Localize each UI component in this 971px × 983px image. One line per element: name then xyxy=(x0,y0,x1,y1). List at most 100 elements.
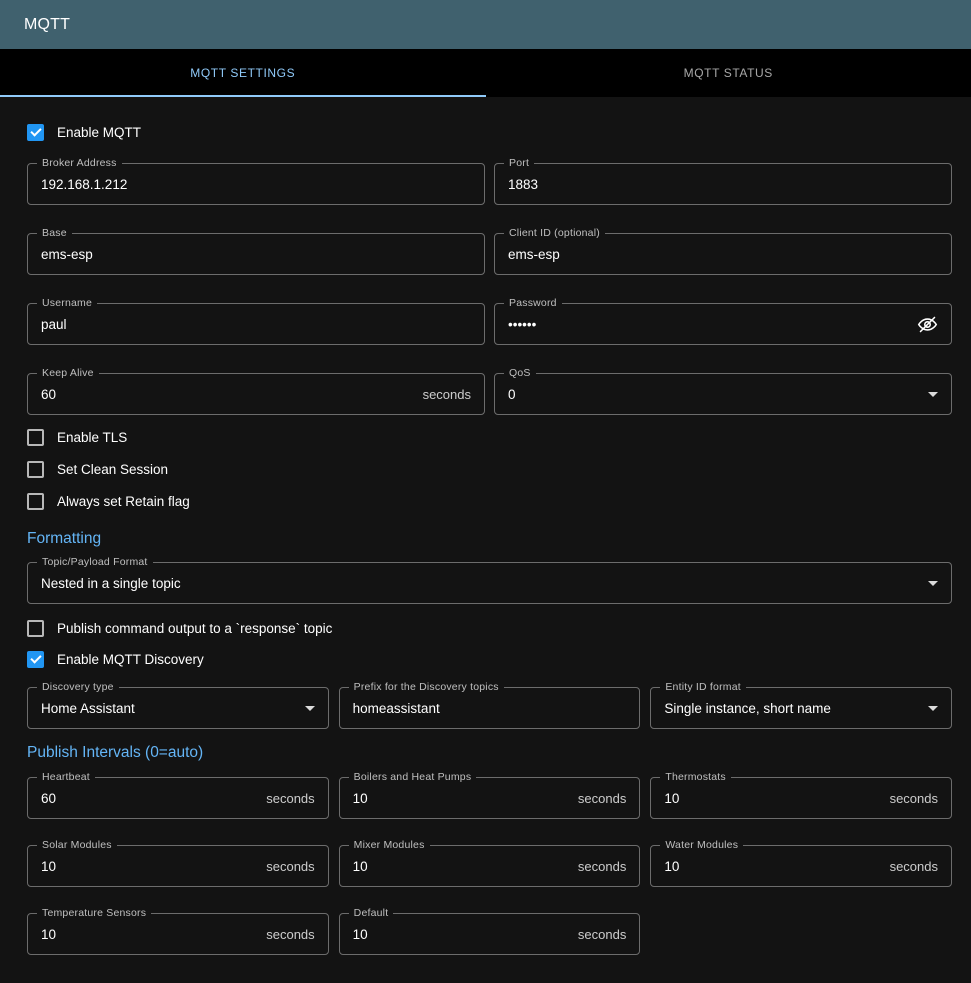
page-title: MQTT xyxy=(24,16,70,34)
default-interval-field[interactable]: Default seconds xyxy=(339,913,641,955)
client-id-field[interactable]: Client ID (optional) xyxy=(494,233,952,275)
temperature-sensors-interval-input[interactable] xyxy=(41,927,258,942)
unit-suffix: seconds xyxy=(578,791,626,806)
app-bar: MQTT xyxy=(0,0,971,49)
heartbeat-interval-field[interactable]: Heartbeat seconds xyxy=(27,777,329,819)
discovery-type-select[interactable]: Discovery type Home Assistant xyxy=(27,687,329,729)
tab-mqtt-status[interactable]: MQTT STATUS xyxy=(486,49,971,97)
field-label: Temperature Sensors xyxy=(37,907,151,919)
unit-suffix: seconds xyxy=(266,791,314,806)
mixer-interval-field[interactable]: Mixer Modules seconds xyxy=(339,845,641,887)
checkbox-unchecked-icon xyxy=(27,620,44,637)
password-field[interactable]: Password xyxy=(494,303,952,345)
field-label: Client ID (optional) xyxy=(504,227,605,239)
checkbox-unchecked-icon xyxy=(27,461,44,478)
password-input[interactable] xyxy=(508,317,909,332)
empty-grid-cell xyxy=(650,913,952,955)
chevron-down-icon xyxy=(928,581,938,586)
water-interval-field[interactable]: Water Modules seconds xyxy=(650,845,952,887)
field-label: Password xyxy=(504,297,562,309)
selected-value: Single instance, short name xyxy=(664,701,920,716)
visibility-off-icon xyxy=(917,314,938,335)
username-input[interactable] xyxy=(41,317,471,332)
keep-alive-field[interactable]: Keep Alive seconds xyxy=(27,373,485,415)
keep-alive-input[interactable] xyxy=(41,387,415,402)
field-label: Thermostats xyxy=(660,771,731,783)
base-input[interactable] xyxy=(41,247,471,262)
chevron-down-icon xyxy=(928,392,938,397)
boilers-interval-field[interactable]: Boilers and Heat Pumps seconds xyxy=(339,777,641,819)
unit-suffix: seconds xyxy=(578,859,626,874)
retain-flag-checkbox[interactable]: Always set Retain flag xyxy=(27,492,952,510)
field-label: Boilers and Heat Pumps xyxy=(349,771,477,783)
formatting-section-heading: Formatting xyxy=(27,530,952,548)
enable-mqtt-checkbox[interactable]: Enable MQTT xyxy=(27,123,952,141)
selected-value: Nested in a single topic xyxy=(41,576,920,591)
temperature-sensors-interval-field[interactable]: Temperature Sensors seconds xyxy=(27,913,329,955)
unit-suffix: seconds xyxy=(890,791,938,806)
default-interval-input[interactable] xyxy=(353,927,570,942)
unit-suffix: seconds xyxy=(266,927,314,942)
field-label: Username xyxy=(37,297,97,309)
unit-suffix: seconds xyxy=(266,859,314,874)
field-label: Water Modules xyxy=(660,839,743,851)
unit-suffix: seconds xyxy=(423,387,471,402)
tab-mqtt-settings[interactable]: MQTT SETTINGS xyxy=(0,49,486,97)
checkbox-unchecked-icon xyxy=(27,493,44,510)
thermostats-interval-input[interactable] xyxy=(664,791,881,806)
field-label: Solar Modules xyxy=(37,839,117,851)
field-label: Heartbeat xyxy=(37,771,95,783)
boilers-interval-input[interactable] xyxy=(353,791,570,806)
client-id-input[interactable] xyxy=(508,247,938,262)
field-label: Mixer Modules xyxy=(349,839,430,851)
discovery-prefix-input[interactable] xyxy=(353,701,627,716)
field-label: Entity ID format xyxy=(660,681,746,693)
broker-address-field[interactable]: Broker Address xyxy=(27,163,485,205)
toggle-password-visibility-button[interactable] xyxy=(917,314,938,335)
field-label: Default xyxy=(349,907,394,919)
unit-suffix: seconds xyxy=(890,859,938,874)
port-input[interactable] xyxy=(508,177,938,192)
set-clean-session-checkbox[interactable]: Set Clean Session xyxy=(27,460,952,478)
checkbox-unchecked-icon xyxy=(27,429,44,446)
selected-value: 0 xyxy=(508,387,920,402)
field-label: Discovery type xyxy=(37,681,119,693)
field-label: Base xyxy=(37,227,72,239)
username-field[interactable]: Username xyxy=(27,303,485,345)
heartbeat-interval-input[interactable] xyxy=(41,791,258,806)
checkbox-label: Publish command output to a `response` t… xyxy=(57,621,332,636)
entity-id-format-select[interactable]: Entity ID format Single instance, short … xyxy=(650,687,952,729)
unit-suffix: seconds xyxy=(578,927,626,942)
checkbox-label: Enable TLS xyxy=(57,430,127,445)
checkbox-label: Always set Retain flag xyxy=(57,494,190,509)
qos-select[interactable]: QoS 0 xyxy=(494,373,952,415)
field-label: Port xyxy=(504,157,534,169)
field-label: Prefix for the Discovery topics xyxy=(349,681,504,693)
field-label: Topic/Payload Format xyxy=(37,556,153,568)
checkbox-label: Enable MQTT Discovery xyxy=(57,652,204,667)
water-interval-input[interactable] xyxy=(664,859,881,874)
solar-interval-field[interactable]: Solar Modules seconds xyxy=(27,845,329,887)
checkbox-label: Enable MQTT xyxy=(57,125,141,140)
broker-address-input[interactable] xyxy=(41,177,471,192)
tab-bar: MQTT SETTINGS MQTT STATUS xyxy=(0,49,971,97)
solar-interval-input[interactable] xyxy=(41,859,258,874)
checkbox-label: Set Clean Session xyxy=(57,462,168,477)
publish-response-topic-checkbox[interactable]: Publish command output to a `response` t… xyxy=(27,619,952,637)
chevron-down-icon xyxy=(928,706,938,711)
topic-payload-format-select[interactable]: Topic/Payload Format Nested in a single … xyxy=(27,562,952,604)
enable-tls-checkbox[interactable]: Enable TLS xyxy=(27,428,952,446)
field-label: QoS xyxy=(504,367,536,379)
base-field[interactable]: Base xyxy=(27,233,485,275)
chevron-down-icon xyxy=(305,706,315,711)
mixer-interval-input[interactable] xyxy=(353,859,570,874)
field-label: Keep Alive xyxy=(37,367,99,379)
port-field[interactable]: Port xyxy=(494,163,952,205)
enable-mqtt-discovery-checkbox[interactable]: Enable MQTT Discovery xyxy=(27,650,952,668)
settings-form: Enable MQTT Broker Address Port Base Cli… xyxy=(0,97,971,971)
checkbox-checked-icon xyxy=(27,124,44,141)
publish-intervals-section-heading: Publish Intervals (0=auto) xyxy=(27,744,952,762)
checkbox-checked-icon xyxy=(27,651,44,668)
discovery-prefix-field[interactable]: Prefix for the Discovery topics xyxy=(339,687,641,729)
thermostats-interval-field[interactable]: Thermostats seconds xyxy=(650,777,952,819)
